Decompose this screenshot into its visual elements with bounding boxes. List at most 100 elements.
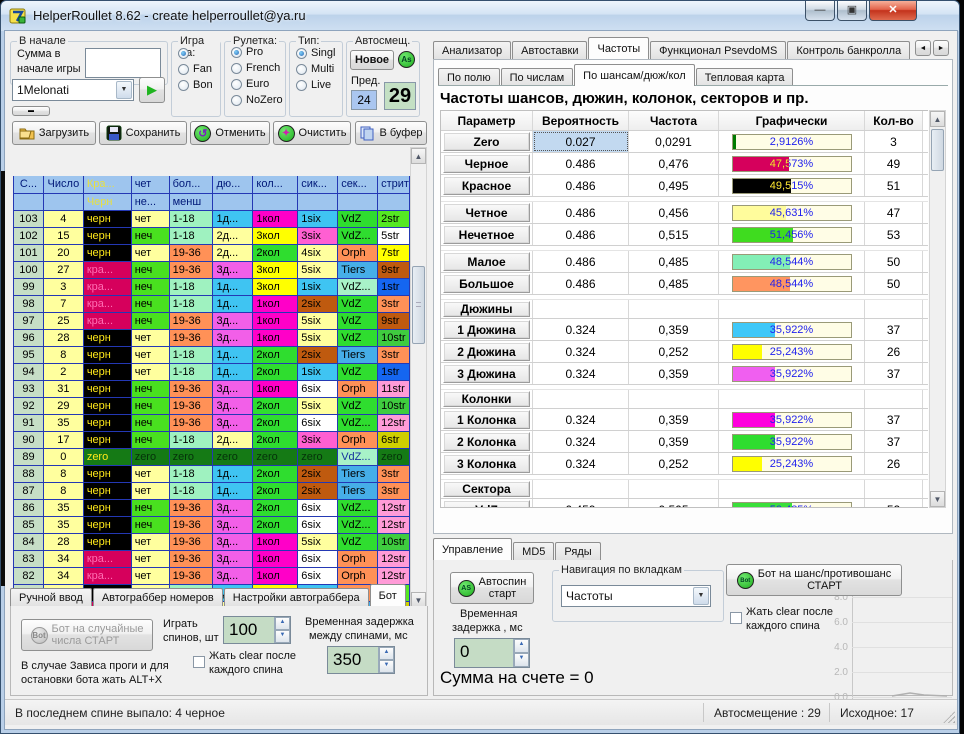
stepper-down-icon[interactable]: ▼ bbox=[514, 653, 529, 667]
spins-cell[interactable]: 2кол bbox=[253, 398, 298, 415]
spins-cell[interactable]: чет bbox=[132, 483, 170, 500]
spins-cell[interactable]: VdZ... bbox=[338, 500, 378, 517]
spins-cell[interactable]: Tiers bbox=[338, 262, 378, 279]
spins-cell[interactable]: 5six bbox=[298, 313, 338, 330]
autoshift-as-icon[interactable]: As bbox=[398, 51, 415, 68]
spins-cell[interactable]: черн bbox=[84, 330, 132, 347]
spins-cell[interactable]: VdZ bbox=[338, 313, 378, 330]
spins-cell[interactable]: 31 bbox=[44, 381, 84, 398]
spins-cell[interactable]: 1-18 bbox=[170, 483, 214, 500]
spins-cell[interactable]: Orph bbox=[338, 568, 378, 585]
spins-cell[interactable]: VdZ bbox=[338, 330, 378, 347]
freq-probability-cell[interactable]: 0.486 bbox=[533, 224, 629, 245]
freq-row-label[interactable]: Дюжины bbox=[443, 301, 530, 317]
spins-cell[interactable]: zero bbox=[378, 449, 410, 466]
freq-table[interactable]: ПараметрВероятностьЧастотаГрафическиКол-… bbox=[440, 110, 928, 508]
freq-count-cell[interactable]: 37 bbox=[865, 363, 923, 384]
spins-cell[interactable]: 103 bbox=[14, 211, 44, 228]
spins-cell[interactable]: 1six bbox=[298, 364, 338, 381]
spins-cell[interactable]: 12str bbox=[378, 415, 410, 432]
right-tab-2[interactable]: Частоты bbox=[588, 37, 649, 59]
left-tab-2[interactable]: Настройки автограббера bbox=[224, 588, 369, 606]
freq-frequency-cell[interactable]: 0,0291 bbox=[629, 131, 719, 152]
spins-cell[interactable]: VdZ bbox=[338, 364, 378, 381]
spins-count-stepper[interactable]: 100 ▲▼ bbox=[223, 616, 291, 644]
strategy-combobox[interactable]: 1Melonati ▼ bbox=[12, 79, 134, 101]
spins-cell[interactable]: 19-36 bbox=[170, 551, 214, 568]
spins-cell[interactable]: 1str bbox=[378, 279, 410, 296]
spins-cell[interactable]: 94 bbox=[14, 364, 44, 381]
spins-cell[interactable]: 1д... bbox=[213, 279, 253, 296]
spins-cell[interactable]: чет bbox=[132, 534, 170, 551]
spins-cell[interactable]: 3д... bbox=[213, 313, 253, 330]
load-button[interactable]: Загрузить bbox=[12, 121, 96, 145]
spins-cell[interactable]: 1д... bbox=[213, 296, 253, 313]
freq-row-label[interactable]: Малое bbox=[443, 252, 530, 271]
scroll-up-icon[interactable]: ▲ bbox=[411, 148, 426, 164]
spins-cell[interactable]: черн bbox=[84, 466, 132, 483]
radio-roulette-0[interactable]: Pro bbox=[231, 46, 285, 58]
spins-cell[interactable]: 9str bbox=[378, 262, 410, 279]
freq-row-label[interactable]: Нечетное bbox=[443, 225, 530, 244]
freq-frequency-cell[interactable]: 0,485 bbox=[629, 273, 719, 294]
spins-cell[interactable]: 19-36 bbox=[170, 500, 214, 517]
spins-cell[interactable]: 101 bbox=[14, 245, 44, 262]
spins-cell[interactable]: 1кол bbox=[253, 330, 298, 347]
spins-cell[interactable]: 88 bbox=[14, 466, 44, 483]
spins-cell[interactable]: 1-18 bbox=[170, 211, 214, 228]
stepper-up-icon[interactable]: ▲ bbox=[514, 639, 529, 653]
spins-cell[interactable]: 12str bbox=[378, 551, 410, 568]
spins-cell[interactable]: 2кол bbox=[253, 364, 298, 381]
spins-cell[interactable]: 3д... bbox=[213, 551, 253, 568]
control-delay-stepper[interactable]: 0 ▲▼ bbox=[454, 638, 530, 668]
freq-count-cell[interactable]: 47 bbox=[865, 202, 923, 223]
spin-delay-stepper[interactable]: 350 ▲▼ bbox=[327, 646, 395, 674]
freq-count-cell[interactable]: 37 bbox=[865, 409, 923, 430]
tabs-scroll-right-icon[interactable]: ► bbox=[933, 40, 949, 56]
spins-cell[interactable]: 3д... bbox=[213, 415, 253, 432]
spins-cell[interactable]: 2д... bbox=[213, 245, 253, 262]
freq-frequency-cell[interactable]: 0,485 bbox=[629, 251, 719, 272]
spins-cell[interactable]: Orph bbox=[338, 551, 378, 568]
radio-roulette-3[interactable]: NoZero bbox=[231, 94, 285, 106]
spins-cell[interactable]: чет bbox=[132, 466, 170, 483]
radio-type-1[interactable]: Multi bbox=[296, 63, 342, 75]
spins-cell[interactable]: 6six bbox=[298, 568, 338, 585]
radio-roulette-1[interactable]: French bbox=[231, 62, 285, 74]
freq-probability-cell[interactable]: 0.486 bbox=[533, 251, 629, 272]
collapse-button[interactable]: ▬ bbox=[12, 106, 50, 116]
spins-cell[interactable]: 10str bbox=[378, 534, 410, 551]
chance-bot-start-button[interactable]: Bot Бот на шанс/противошансСТАРТ bbox=[726, 564, 902, 596]
freq-probability-cell[interactable]: 0.324 bbox=[533, 431, 629, 452]
start-sum-input[interactable] bbox=[85, 48, 161, 78]
freq-frequency-cell[interactable]: 0,359 bbox=[629, 319, 719, 340]
spins-cell[interactable]: кра... bbox=[84, 568, 132, 585]
spins-cell[interactable]: 3д... bbox=[213, 534, 253, 551]
freq-row-label[interactable]: Сектора bbox=[443, 481, 530, 497]
freq-frequency-cell[interactable]: 0,505 bbox=[629, 499, 719, 508]
spins-cell[interactable]: zero bbox=[253, 449, 298, 466]
spins-cell[interactable]: VdZ bbox=[338, 296, 378, 313]
spins-cell[interactable]: 2str bbox=[378, 211, 410, 228]
spins-cell[interactable]: zero bbox=[170, 449, 214, 466]
spins-cell[interactable]: 2кол bbox=[253, 500, 298, 517]
freq-row-label[interactable]: Большое bbox=[443, 274, 530, 293]
spins-table[interactable]: С...ЧислоКра...четбол...дю...кол...сик..… bbox=[13, 176, 410, 609]
spins-cell[interactable]: 1кол bbox=[253, 534, 298, 551]
spins-cell[interactable]: неч bbox=[132, 228, 170, 245]
freq-row-label[interactable]: Колонки bbox=[443, 391, 530, 407]
freq-probability-cell[interactable]: 0.324 bbox=[533, 409, 629, 430]
freq-row-label[interactable]: 3 Колонка bbox=[443, 454, 530, 473]
spins-cell[interactable]: черн bbox=[84, 364, 132, 381]
spins-cell[interactable]: 34 bbox=[44, 568, 84, 585]
spins-cell[interactable]: 35 bbox=[44, 500, 84, 517]
right-tab-4[interactable]: Контроль банкролла bbox=[787, 41, 910, 59]
spins-cell[interactable]: 3кол bbox=[253, 262, 298, 279]
title-bar[interactable]: HelperRoullet 8.62 - create helperroulle… bbox=[1, 1, 959, 31]
spins-cell[interactable]: 98 bbox=[14, 296, 44, 313]
spins-cell[interactable]: кра... bbox=[84, 296, 132, 313]
spins-cell[interactable]: 2кол bbox=[253, 432, 298, 449]
spins-cell[interactable]: 5six bbox=[298, 330, 338, 347]
spins-cell[interactable]: 90 bbox=[14, 432, 44, 449]
scroll-up-icon[interactable]: ▲ bbox=[930, 111, 945, 127]
